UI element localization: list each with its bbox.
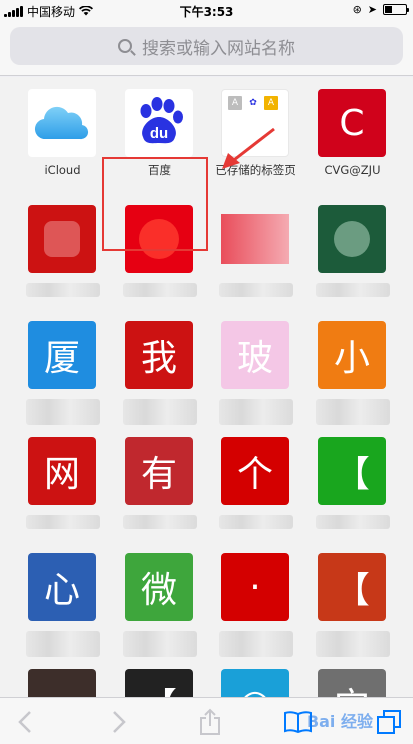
blurred-label [26, 399, 100, 425]
watermark: Bai 经验 [306, 712, 373, 731]
char-tile-icon: 【 [125, 669, 193, 697]
status-bar: 中国移动 下午3:53 ⊛ ➤ [0, 0, 413, 20]
blurred-icon [125, 205, 193, 273]
char-tile-icon: 宀 [318, 669, 386, 697]
favorite-wo[interactable]: 我 [111, 309, 208, 425]
favorite-ge[interactable]: 个 [207, 425, 304, 541]
blurred-label [316, 399, 390, 425]
letter-c-icon: C [318, 89, 386, 157]
blurred-label [219, 399, 293, 425]
blurred-label [316, 515, 390, 529]
photo-tile-icon [28, 669, 96, 697]
blurred-label [26, 283, 100, 297]
favorite-bracket-green[interactable]: 【 [304, 425, 401, 541]
char-tile-icon: 小 [318, 321, 386, 389]
favorite-xia[interactable]: 厦 [14, 309, 111, 425]
favorite-label: 百度 [148, 163, 171, 177]
baidu-paw-icon: du [125, 89, 193, 157]
blurred-label [123, 515, 197, 529]
favorite-label: 已存储的标签页 [215, 163, 296, 177]
favorite-bo[interactable]: 玻 [207, 309, 304, 425]
mini-baidu-icon: ✿ [246, 96, 260, 110]
blurred-label [123, 399, 197, 425]
favorite-wang[interactable]: 网 [14, 425, 111, 541]
browser-header: 搜索或输入网站名称 [0, 20, 413, 76]
blurred-label [316, 631, 390, 657]
char-tile-icon: ○ [221, 669, 289, 697]
char-tile-icon: 网 [28, 437, 96, 505]
char-tile-icon: 【 [318, 553, 386, 621]
blurred-label [219, 631, 293, 657]
orientation-lock-icon: ⊛ [352, 3, 362, 16]
favorites-grid: iCloud du 百度 A ✿ A 已存储的标签页 C CVG@ZJU 厦 我… [0, 77, 413, 697]
svg-text:du: du [150, 125, 168, 142]
favorite-saved-tabs[interactable]: A ✿ A 已存储的标签页 [207, 77, 304, 193]
favorite-blurred[interactable] [111, 193, 208, 309]
blurred-icon [318, 205, 386, 273]
favorite-photo[interactable] [14, 657, 111, 697]
share-icon[interactable] [195, 708, 225, 736]
favorite-roof[interactable]: 宀 [304, 657, 401, 697]
battery-level [385, 6, 392, 13]
status-right: ⊛ ➤ [352, 3, 409, 16]
favorite-blurred[interactable] [304, 193, 401, 309]
favorite-xin[interactable]: 心 [14, 541, 111, 657]
tabs-icon[interactable] [374, 708, 404, 736]
char-tile-icon: 玻 [221, 321, 289, 389]
char-tile-icon: 厦 [28, 321, 96, 389]
location-icon: ➤ [367, 3, 377, 16]
favorite-you[interactable]: 有 [111, 425, 208, 541]
blurred-label [316, 283, 390, 297]
blurred-label [123, 631, 197, 657]
char-tile-icon: 心 [28, 553, 96, 621]
blurred-label [26, 631, 100, 657]
char-tile-icon: 【 [318, 437, 386, 505]
favorite-wei[interactable]: 微 [111, 541, 208, 657]
favorite-bracket-orange[interactable]: 【 [304, 541, 401, 657]
icloud-icon [28, 89, 96, 157]
blurred-label [123, 283, 197, 297]
favorite-cvg[interactable]: C CVG@ZJU [304, 77, 401, 193]
char-tile-icon: 个 [221, 437, 289, 505]
blurred-label [219, 515, 293, 529]
search-input[interactable]: 搜索或输入网站名称 [10, 27, 403, 65]
search-icon [118, 39, 132, 53]
blurred-icon [28, 205, 96, 273]
saved-tabs-icon: A ✿ A [221, 89, 289, 157]
favorite-blurred[interactable] [207, 193, 304, 309]
battery-icon [383, 4, 409, 15]
favorite-baidu[interactable]: du 百度 [111, 77, 208, 193]
favorite-label: CVG@ZJU [324, 163, 381, 177]
favorite-icloud[interactable]: iCloud [14, 77, 111, 193]
status-time: 下午3:53 [179, 5, 234, 19]
mini-a-icon: A [264, 96, 278, 110]
favorite-blurred[interactable] [14, 193, 111, 309]
favorite-xiao[interactable]: 小 [304, 309, 401, 425]
favorite-dot[interactable]: · [207, 541, 304, 657]
char-tile-icon: 微 [125, 553, 193, 621]
favorite-bracket-dark[interactable]: 【 [111, 657, 208, 697]
mini-a-icon: A [228, 96, 242, 110]
blurred-icon [221, 205, 289, 273]
favorite-circle[interactable]: ○ [207, 657, 304, 697]
chevron-left-icon[interactable] [10, 708, 40, 736]
favorite-label: iCloud [44, 163, 81, 177]
blurred-label [26, 515, 100, 529]
search-placeholder: 搜索或输入网站名称 [142, 38, 295, 59]
chevron-right-icon[interactable] [104, 708, 134, 736]
blurred-label [219, 283, 293, 297]
char-tile-icon: 有 [125, 437, 193, 505]
char-tile-icon: 我 [125, 321, 193, 389]
char-tile-icon: · [221, 553, 289, 621]
bottom-toolbar: Bai 经验 [0, 697, 413, 744]
